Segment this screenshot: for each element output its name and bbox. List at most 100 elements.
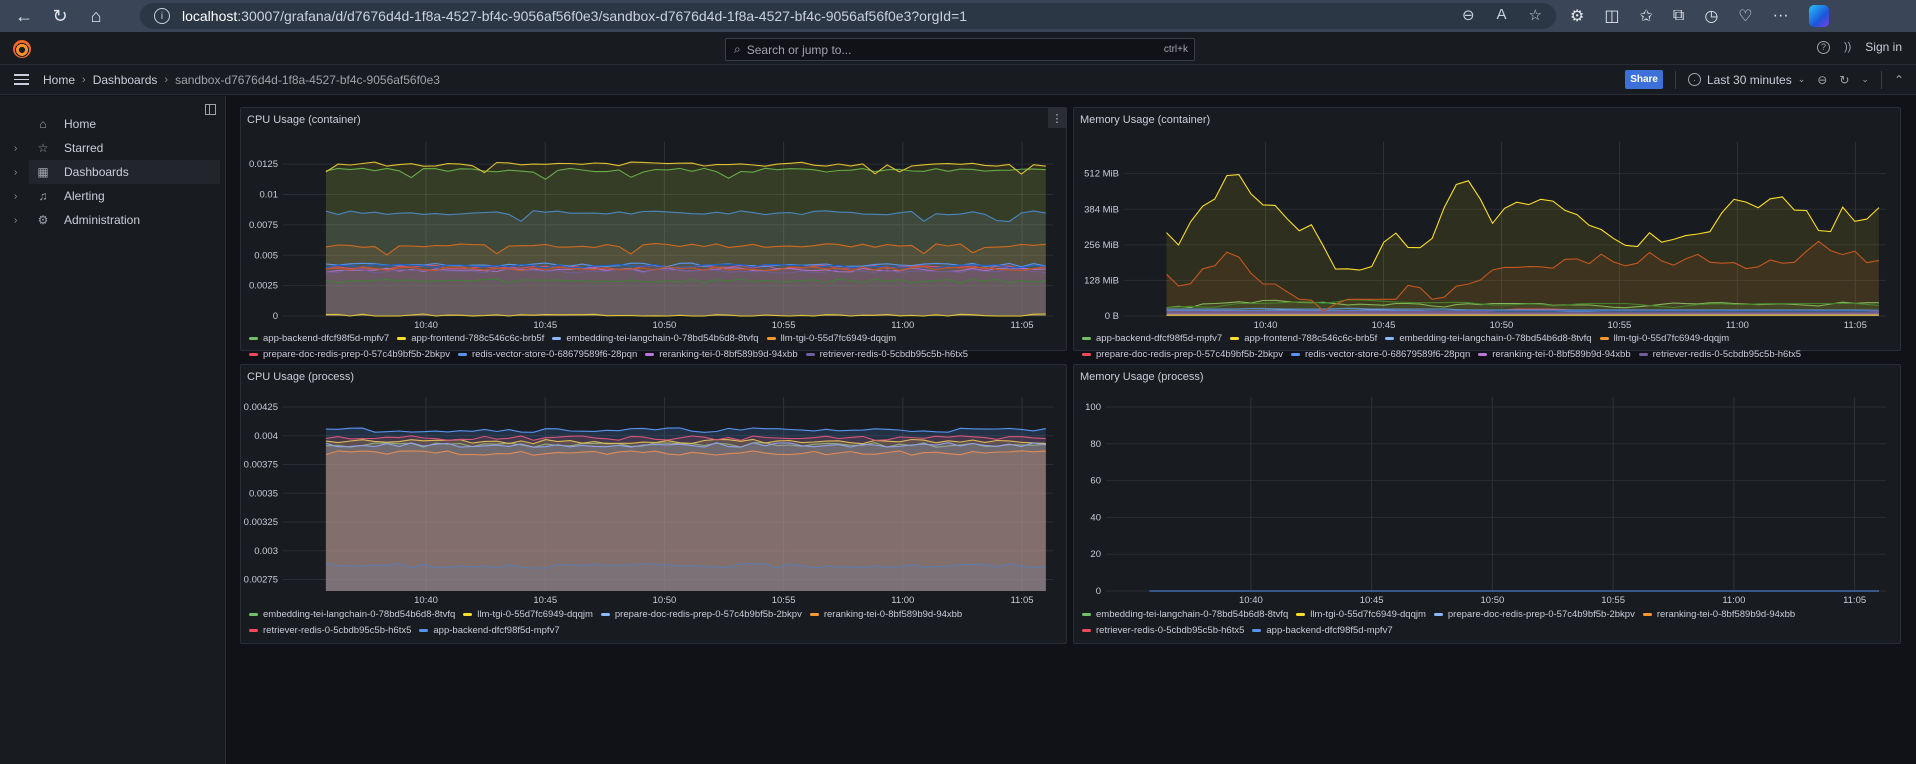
x-tick-label: 10:40 (1254, 320, 1278, 331)
y-tick-label: 0 (1096, 586, 1101, 597)
legend-label: app-frontend-788c546c6c-brb5f (411, 333, 545, 344)
collapse-chevron-up-icon[interactable]: ⌃ (1894, 73, 1904, 87)
legend-label: reranking-tei-0-8bf589b9d-94xbb (659, 349, 798, 360)
legend-label: embedding-tei-langchain-0-78bd54b6d8-8tv… (566, 333, 759, 344)
legend-item[interactable]: reranking-tei-0-8bf589b9d-94xbb (1642, 609, 1795, 620)
y-tick-label: 0.00325 (244, 517, 278, 528)
legend-swatch (457, 353, 467, 356)
legend-item[interactable]: retriever-redis-0-5cbdb95c5b-h6tx5 (249, 625, 411, 636)
x-tick-label: 11:00 (1726, 320, 1749, 331)
legend-item[interactable]: llm-tgi-0-55d7fc6949-dqqjm (1296, 609, 1426, 620)
chevron-right-icon[interactable]: › (14, 167, 17, 178)
legend-item[interactable]: reranking-tei-0-8bf589b9d-94xbb (809, 609, 962, 620)
chart-svg: 0.00275 0.003 0.00325 0.0035 0.00375 0.004 0.0… (244, 397, 1053, 606)
x-tick-label: 10:55 (772, 320, 796, 331)
legend-item[interactable]: retriever-redis-0-5cbdb95c5b-h6tx5 (1082, 625, 1244, 636)
panel-cpu-usage-process: CPU Usage (process) 0.00275 0.003 0.00325 0… (240, 364, 1067, 644)
y-tick-label: 80 (1090, 439, 1101, 450)
sidebar-item-alerting[interactable]: › ♫ Alerting (0, 184, 220, 208)
legend-swatch (1230, 337, 1240, 340)
sidebar-item-dashboards[interactable]: › ▦ Dashboards (14, 160, 220, 184)
legend-swatch (1082, 337, 1091, 340)
sign-in-link[interactable]: Sign in (1865, 40, 1902, 54)
legend-item[interactable]: llm-tgi-0-55d7fc6949-dqqjm (766, 333, 896, 344)
y-tick-label: 40 (1090, 512, 1101, 523)
sidebar-item-home[interactable]: ⌂ Home (0, 112, 220, 136)
x-tick-label: 10:40 (414, 320, 438, 331)
x-tick-label: 11:00 (891, 320, 914, 331)
refresh-icon[interactable]: ↻ (42, 0, 78, 32)
legend-item[interactable]: reranking-tei-0-8bf589b9d-94xbb (1478, 349, 1631, 360)
sidebar-item-starred[interactable]: › ☆ Starred (0, 136, 220, 160)
refresh-interval-chevron-icon[interactable]: ⌄ (1861, 74, 1869, 85)
more-icon[interactable]: ··· (1773, 7, 1789, 25)
legend-item[interactable]: embedding-tei-langchain-0-78bd54b6d8-8tv… (1082, 609, 1288, 620)
help-icon[interactable]: ? (1816, 40, 1830, 54)
legend-item[interactable]: redis-vector-store-0-68679589f6-28pqn (457, 349, 637, 360)
legend-item[interactable]: app-backend-dfcf98f5d-mpfv7 (249, 333, 389, 344)
legend-item[interactable]: prepare-doc-redis-prep-0-57c4b9bf5b-2bkp… (600, 609, 802, 620)
sidebar-item-label: Alerting (64, 189, 105, 203)
split-screen-icon[interactable]: ◫ (1604, 6, 1619, 26)
menu-toggle-icon[interactable] (14, 74, 29, 85)
legend-swatch (1290, 353, 1300, 356)
legend-swatch (809, 613, 819, 616)
chevron-right-icon[interactable]: › (14, 215, 17, 226)
history-icon[interactable]: ◷ (1704, 6, 1718, 26)
copilot-icon[interactable] (1808, 5, 1829, 27)
extensions-icon[interactable]: ⚙ (1570, 6, 1584, 26)
legend-item[interactable]: prepare-doc-redis-prep-0-57c4b9bf5b-2bkp… (1082, 349, 1283, 360)
legend-item[interactable]: embedding-tei-langchain-0-78bd54b6d8-8tv… (1385, 333, 1592, 344)
breadcrumb-dashboards[interactable]: Dashboards (93, 73, 158, 87)
grafana-logo-icon[interactable] (13, 40, 31, 58)
legend-swatch (1385, 337, 1395, 340)
favorite-icon[interactable]: ☆ (1529, 6, 1542, 24)
info-icon[interactable]: i (154, 8, 170, 24)
legend-item[interactable]: prepare-doc-redis-prep-0-57c4b9bf5b-2bkp… (1433, 609, 1635, 620)
favorites-list-icon[interactable]: ✩ (1639, 6, 1652, 26)
legend-item[interactable]: embedding-tei-langchain-0-78bd54b6d8-8tv… (249, 609, 455, 620)
series-area (325, 563, 1046, 591)
share-button[interactable]: Share (1625, 70, 1663, 89)
sidebar-item-label: Starred (64, 141, 104, 155)
news-feed-icon[interactable]: )) (1844, 41, 1851, 53)
legend-item[interactable]: embedding-tei-langchain-0-78bd54b6d8-8tv… (552, 333, 759, 344)
legend-item[interactable]: app-backend-dfcf98f5d-mpfv7 (419, 625, 560, 636)
refresh-dashboard-icon[interactable]: ↻ (1839, 73, 1849, 87)
legend-item[interactable]: app-backend-dfcf98f5d-mpfv7 (1252, 625, 1393, 636)
browser-essentials-icon[interactable]: ♡ (1738, 6, 1752, 26)
legend-swatch (645, 353, 655, 356)
chevron-right-icon[interactable]: › (14, 143, 17, 154)
legend-item[interactable]: app-frontend-788c546c6c-brb5f (397, 333, 544, 344)
legend-item[interactable]: redis-vector-store-0-68679589f6-28pqn (1290, 349, 1470, 360)
legend-label: retriever-redis-0-5cbdb95c5b-h6tx5 (1096, 625, 1245, 636)
address-bar[interactable]: i localhost:30007/grafana/d/d7676d4d-1f8… (140, 3, 1556, 29)
y-tick-label: 0 B (1105, 311, 1119, 322)
legend-item[interactable]: reranking-tei-0-8bf589b9d-94xbb (645, 349, 798, 360)
legend-item[interactable]: llm-tgi-0-55d7fc6949-dqqjm (463, 609, 593, 620)
chevron-right-icon[interactable]: › (14, 191, 17, 202)
legend-item[interactable]: app-backend-dfcf98f5d-mpfv7 (1082, 333, 1222, 344)
search-input[interactable]: ⌕ Search or jump to... ctrl+k (725, 38, 1195, 61)
legend-item[interactable]: prepare-doc-redis-prep-0-57c4b9bf5b-2bkp… (249, 349, 450, 360)
legend-swatch (419, 629, 429, 632)
sidebar-item-administration[interactable]: › ⚙ Administration (0, 208, 220, 232)
back-icon[interactable]: ← (6, 0, 42, 32)
chart-svg: 0 B 128 MiB 256 MiB 384 MiB 512 MiB 10:40 10:4… (1084, 142, 1886, 331)
zoom-out-icon[interactable]: ⊖ (1462, 6, 1475, 24)
legend-item[interactable]: retriever-redis-0-5cbdb95c5b-h6tx5 (805, 349, 968, 360)
panel-memory-usage-container: Memory Usage (container) 0 B 128 MiB 256 M… (1073, 107, 1901, 376)
collections-icon[interactable]: ⧉ (1673, 7, 1684, 25)
zoom-out-time-icon[interactable]: ⊖ (1817, 73, 1827, 87)
legend-item[interactable]: app-frontend-788c546c6c-brb5f (1230, 333, 1377, 344)
top-bar: ⌕ Search or jump to... ctrl+k ? )) Sign … (0, 32, 1916, 65)
read-aloud-icon[interactable]: A (1497, 6, 1507, 24)
x-tick-label: 10:55 (1608, 320, 1632, 331)
sidebar-item-label: Administration (64, 213, 141, 227)
legend-item[interactable]: retriever-redis-0-5cbdb95c5b-h6tx5 (1638, 349, 1801, 360)
home-icon[interactable]: ⌂ (78, 0, 114, 32)
breadcrumb-home[interactable]: Home (43, 73, 75, 87)
legend-item[interactable]: llm-tgi-0-55d7fc6949-dqqjm (1599, 333, 1729, 344)
y-tick-label: 20 (1090, 549, 1101, 560)
time-range-picker[interactable]: · Last 30 minutes ⌄ (1688, 73, 1805, 87)
